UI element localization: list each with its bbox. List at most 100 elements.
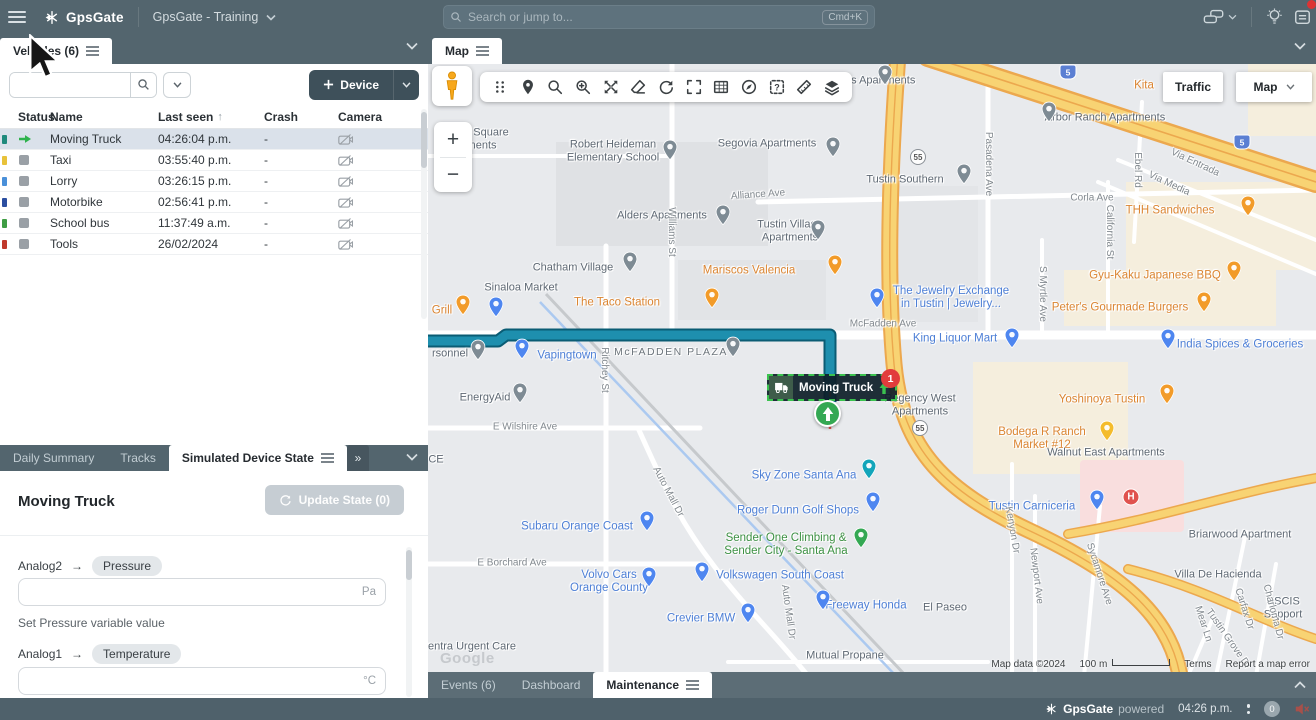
map-pin-teal[interactable]: [861, 458, 877, 479]
table-row[interactable]: Taxi03:55:40 p.m.-: [0, 150, 428, 171]
map-pin-blue[interactable]: [865, 491, 881, 512]
hamburger-menu-button[interactable]: [0, 0, 34, 34]
map-pin-orange[interactable]: [455, 294, 471, 315]
vehicle-search-input[interactable]: [10, 73, 130, 97]
ruler-icon[interactable]: [792, 75, 816, 99]
map-pin-blue[interactable]: [641, 566, 657, 587]
zoom-out-button[interactable]: −: [434, 158, 472, 193]
table-row[interactable]: Lorry03:26:15 p.m.-: [0, 171, 428, 192]
scrollbar-thumb[interactable]: [406, 550, 412, 580]
device-menu-caret[interactable]: [393, 70, 419, 100]
eraser-icon[interactable]: [626, 75, 650, 99]
map-pin-blue[interactable]: [694, 561, 710, 582]
tab-events-6-[interactable]: Events (6): [428, 672, 509, 698]
map-pin-orange[interactable]: [1226, 260, 1242, 281]
temperature-value-input[interactable]: [19, 668, 385, 694]
expand-icon[interactable]: [599, 75, 623, 99]
map-pin-gray[interactable]: [622, 251, 638, 272]
sound-muted-icon[interactable]: [1294, 702, 1310, 716]
map-pin-green[interactable]: [853, 527, 869, 548]
tips-button[interactable]: [1266, 8, 1283, 26]
scrollbar-thumb[interactable]: [421, 112, 427, 168]
traffic-menu-button[interactable]: [1203, 9, 1237, 25]
rotate-icon[interactable]: [654, 75, 678, 99]
map-pin-orange[interactable]: [1240, 195, 1256, 216]
street-view-pegman-button[interactable]: [432, 66, 472, 106]
expand-panel-chevron-icon[interactable]: [1294, 681, 1306, 689]
tab-vehicles[interactable]: Vehicles (6): [0, 38, 112, 64]
tab-menu-icon[interactable]: [476, 44, 489, 58]
map-pin-blue[interactable]: [1089, 489, 1105, 510]
tab-menu-icon[interactable]: [86, 44, 99, 58]
vehicle-filter-dropdown[interactable]: [163, 72, 191, 98]
map-pin-gray[interactable]: [662, 139, 678, 160]
brand-logo[interactable]: GpsGate: [44, 9, 124, 26]
collapse-panel-chevron-icon[interactable]: [406, 42, 418, 50]
tab-menu-icon[interactable]: [321, 451, 334, 465]
tab-menu-icon[interactable]: [686, 678, 699, 692]
vehicle-marker-label[interactable]: Moving Truck: [767, 374, 897, 401]
terms-link[interactable]: Terms: [1184, 659, 1211, 670]
map-pin-gray[interactable]: [877, 64, 893, 85]
report-error-link[interactable]: Report a map error: [1226, 659, 1310, 670]
map-pin-orange[interactable]: [827, 254, 843, 275]
map-pin-gray[interactable]: [810, 219, 826, 240]
traffic-toggle-button[interactable]: Traffic: [1163, 72, 1223, 102]
variable-pill[interactable]: Pressure: [92, 556, 162, 576]
col-crash[interactable]: Crash: [264, 110, 334, 124]
compass-icon[interactable]: [737, 75, 761, 99]
vehicle-search-button[interactable]: [130, 73, 156, 97]
tab-simulated-device-state[interactable]: Simulated Device State: [169, 445, 347, 471]
hospital-marker[interactable]: H: [1123, 489, 1140, 506]
marker-event-badge[interactable]: 1: [881, 369, 900, 388]
add-device-button[interactable]: Device: [309, 70, 393, 100]
tab-dashboard[interactable]: Dashboard: [509, 672, 594, 698]
col-last-seen[interactable]: Last seen↑: [158, 110, 264, 124]
col-camera[interactable]: Camera: [334, 110, 404, 124]
table-row[interactable]: School bus11:37:49 a.m.-: [0, 213, 428, 234]
map-pin-blue[interactable]: [815, 589, 831, 610]
search-icon[interactable]: [543, 75, 567, 99]
grip-icon[interactable]: [488, 75, 512, 99]
zoom-in-button[interactable]: +: [434, 122, 472, 157]
map-pin-blue[interactable]: [514, 338, 530, 359]
counter-badge[interactable]: 0: [1264, 701, 1280, 717]
map-pin-gray[interactable]: [470, 339, 486, 360]
pressure-value-input[interactable]: [19, 579, 385, 605]
table-row[interactable]: Tools26/02/2024-: [0, 234, 428, 255]
map-pin-gray[interactable]: [512, 382, 528, 403]
col-status[interactable]: Status: [0, 110, 50, 124]
apps-button[interactable]: [1293, 8, 1312, 26]
map-pin-orange[interactable]: [1196, 291, 1212, 312]
map-pin-gray[interactable]: [715, 204, 731, 225]
collapse-panel-chevron-icon[interactable]: [406, 453, 418, 461]
map-canvas[interactable]: Las Casas ApartmentsArbor Ranch Apartmen…: [428, 64, 1316, 672]
map-pin-gray[interactable]: [956, 163, 972, 184]
map-pin-blue[interactable]: [869, 287, 885, 308]
tab-overflow[interactable]: »: [347, 445, 369, 471]
map-pin-orange[interactable]: [704, 287, 720, 308]
tab-tracks[interactable]: Tracks: [107, 445, 169, 471]
map-pin-blue[interactable]: [1160, 328, 1176, 349]
map-pin-blue[interactable]: [488, 296, 504, 317]
map-pin-gray[interactable]: [825, 136, 841, 157]
search-plus-icon[interactable]: [571, 75, 595, 99]
collapse-panel-chevron-icon[interactable]: [1294, 42, 1306, 50]
col-name[interactable]: Name: [50, 110, 158, 124]
tab-daily-summary[interactable]: Daily Summary: [0, 445, 107, 471]
workspace-menu[interactable]: GpsGate - Training: [153, 10, 277, 24]
variable-pill[interactable]: Temperature: [92, 644, 181, 664]
grid-icon[interactable]: [709, 75, 733, 99]
map-pin-orange[interactable]: [1159, 383, 1175, 404]
table-row[interactable]: Moving Truck04:26:04 p.m.-: [0, 129, 428, 150]
global-search-input[interactable]: Search or jump to... Cmd+K: [443, 5, 875, 29]
map-pin-blue[interactable]: [639, 510, 655, 531]
map-pin-yellow[interactable]: [1099, 420, 1115, 441]
layers-icon[interactable]: [820, 75, 844, 99]
update-state-button[interactable]: Update State (0): [265, 485, 404, 515]
vehicle-position-marker[interactable]: [814, 400, 841, 427]
map-type-button[interactable]: Map: [1236, 72, 1312, 102]
pin-icon[interactable]: [516, 75, 540, 99]
map-pin-gray[interactable]: [1041, 101, 1057, 122]
table-row[interactable]: Motorbike02:56:41 p.m.-: [0, 192, 428, 213]
